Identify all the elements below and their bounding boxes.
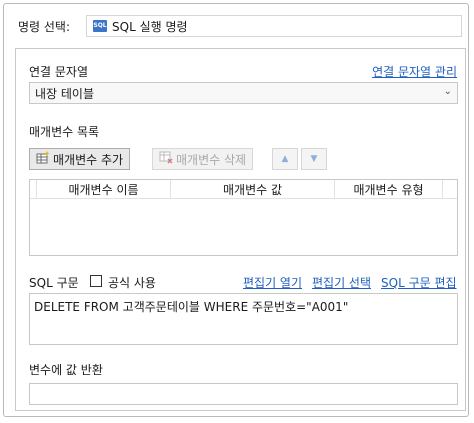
return-value-label: 변수에 값 반환 xyxy=(29,363,103,377)
connection-combobox[interactable]: 내장 테이블 ⌄ xyxy=(29,82,458,104)
connection-selected-value: 내장 테이블 xyxy=(35,86,95,101)
move-up-button[interactable]: ▲ xyxy=(272,148,298,170)
delete-parameter-button[interactable]: 매개변수 삭제 xyxy=(152,148,254,170)
select-editor-link[interactable]: 편집기 선택 xyxy=(312,274,371,291)
add-parameter-icon xyxy=(36,151,50,167)
add-parameter-button[interactable]: 매개변수 추가 xyxy=(29,148,131,170)
params-label: 매개변수 목록 xyxy=(29,125,100,139)
chevron-down-icon: ⌄ xyxy=(443,86,452,97)
delete-parameter-icon xyxy=(159,151,173,167)
arrow-up-icon: ▲ xyxy=(281,154,289,164)
column-header-type[interactable]: 매개변수 유형 xyxy=(335,180,443,198)
dialog-frame: 명령 선택: SQL SQL 실행 명령 연결 문자열 연결 문자열 관리 내장… xyxy=(3,3,469,417)
connection-label: 연결 문자열 xyxy=(29,65,89,79)
command-selector[interactable]: SQL SQL 실행 명령 xyxy=(86,15,462,37)
sql-statement-textarea[interactable]: DELETE FROM 고객주문테이블 WHERE 주문번호="A001" xyxy=(29,293,458,345)
parameter-grid[interactable]: 매개변수 이름 매개변수 값 매개변수 유형 xyxy=(29,179,458,256)
manage-connection-link[interactable]: 연결 문자열 관리 xyxy=(372,63,457,80)
use-formula-label: 공식 사용 xyxy=(108,276,156,290)
open-editor-link[interactable]: 편집기 열기 xyxy=(243,274,302,291)
arrow-down-icon: ▼ xyxy=(310,154,318,164)
column-header-name[interactable]: 매개변수 이름 xyxy=(37,180,171,198)
use-formula-checkbox[interactable] xyxy=(90,275,102,287)
sql-label: SQL 구문 xyxy=(29,276,79,290)
command-value: SQL 실행 명령 xyxy=(112,19,188,34)
sql-statement-text: DELETE FROM 고객주문테이블 WHERE 주문번호="A001" xyxy=(34,300,349,314)
edit-sql-link[interactable]: SQL 구문 편집 xyxy=(381,274,457,291)
command-row: 명령 선택: SQL SQL 실행 명령 xyxy=(8,8,465,44)
grid-corner xyxy=(30,180,37,198)
move-down-button[interactable]: ▼ xyxy=(301,148,327,170)
sql-icon: SQL xyxy=(93,20,107,32)
return-value-input[interactable] xyxy=(29,383,458,405)
delete-parameter-label: 매개변수 삭제 xyxy=(176,152,247,167)
parameter-grid-header: 매개변수 이름 매개변수 값 매개변수 유형 xyxy=(30,180,457,199)
add-parameter-label: 매개변수 추가 xyxy=(53,152,124,167)
command-label: 명령 선택: xyxy=(18,19,71,34)
column-header-value[interactable]: 매개변수 값 xyxy=(171,180,335,198)
properties-panel: 연결 문자열 연결 문자열 관리 내장 테이블 ⌄ 매개변수 목록 매개변수 추… xyxy=(15,48,466,411)
